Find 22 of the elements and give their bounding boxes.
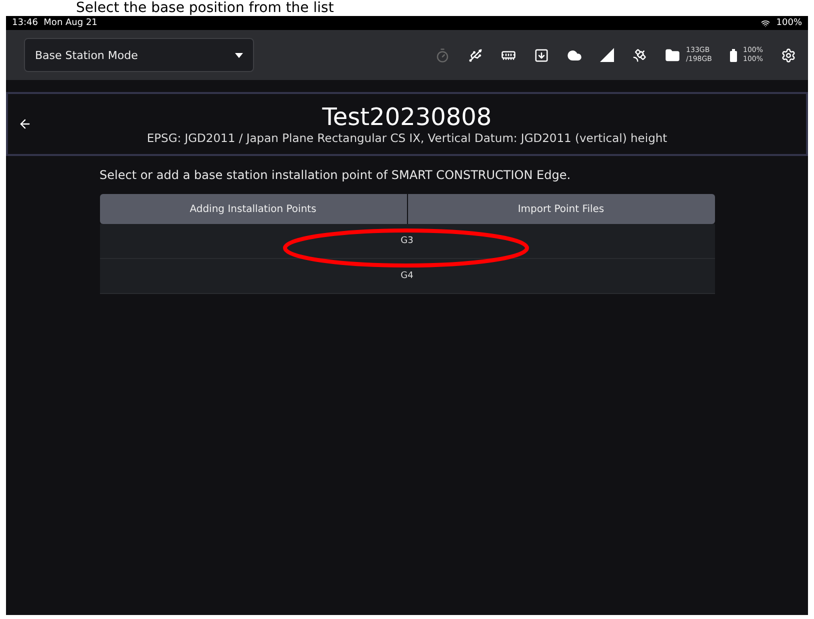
battery-icon [730,48,737,62]
action-button[interactable]: Import Point Files [408,194,714,224]
usb-icon[interactable] [468,48,484,62]
caption-text: Select the base position from the list [75,0,335,16]
timer-icon[interactable] [435,48,450,62]
mode-dropdown[interactable]: Base Station Mode [24,38,254,72]
satellite-icon[interactable] [632,48,648,62]
caret-icon [235,52,243,58]
battery-percent: 100% [776,18,802,28]
settings-icon[interactable] [781,48,796,62]
wifi-icon [761,18,770,28]
point-list-item[interactable]: G4 [100,259,714,294]
status-time: 13:46 Mon Aug 21 [12,18,98,28]
point-list-item[interactable]: G3 [100,224,714,259]
instruction-text: Select or add a base station installation point of SMART CONSTRUCTION Edge. [100,168,572,182]
download-icon[interactable] [534,48,550,62]
folder-icon[interactable] [665,48,680,62]
cloud-icon[interactable] [567,48,582,62]
project-title: Test20230808 [322,103,492,131]
signal-icon[interactable] [600,48,614,62]
coordinate-system-text: EPSG: JGD2011 / Japan Plane Rectangular CS IX, Vertical Datum: JGD2011 (vertical) height [146,131,668,145]
action-button[interactable]: Adding Installation Points [100,194,406,224]
